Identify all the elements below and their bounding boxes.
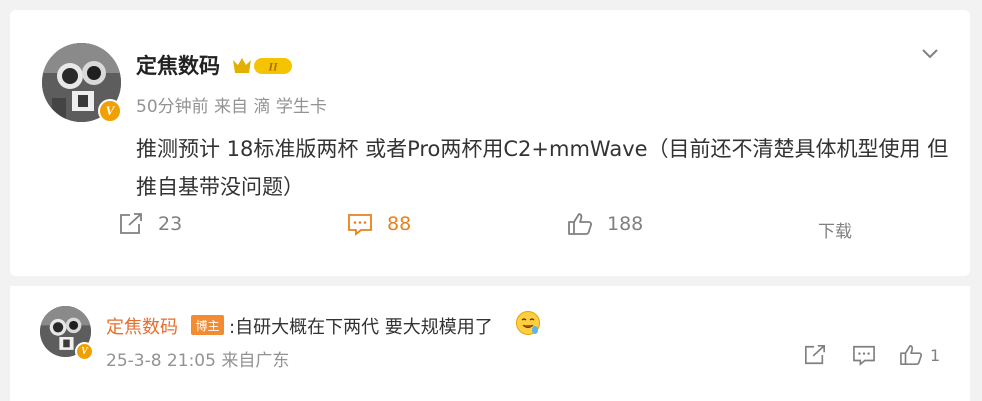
post-card: V 定焦数码 II 50分钟前 来自 滴 学生卡 推测预计 18标准版两杯 或者… (10, 10, 970, 276)
repost-button[interactable]: 23 (118, 212, 182, 236)
level-text: II (267, 60, 279, 74)
repost-icon (120, 213, 142, 234)
reply-author-name[interactable]: 定焦数码 (106, 313, 178, 339)
reply-item: V 定焦数码 博主 :自研大概在下两代 要大规模用了 25-3-8 21:05 … (10, 286, 970, 401)
chevron-down-icon[interactable] (918, 42, 942, 66)
download-link[interactable]: 下载 (818, 217, 852, 242)
reply-text: :自研大概在下两代 要大规模用了 (229, 317, 493, 338)
reply-thumbs-up-icon[interactable] (899, 344, 923, 366)
drooling-face-emoji-icon (516, 311, 540, 335)
like-count: 188 (607, 213, 644, 235)
post-text: 推测预计 18标准版两杯 或者Pro两杯用C2+mmWave（目前还不清楚具体机… (136, 137, 949, 199)
reply-meta: 25-3-8 21:05 来自广东 (106, 351, 290, 371)
post-meta: 50分钟前 来自 滴 学生卡 (136, 97, 327, 117)
comment-button[interactable]: 88 (347, 212, 411, 236)
reply-comment-icon[interactable] (852, 344, 876, 366)
verified-badge-icon: V (98, 99, 122, 123)
comment-count: 88 (387, 213, 412, 235)
reply-like-count: 1 (930, 346, 941, 365)
like-button[interactable]: 188 (567, 212, 643, 236)
repost-count: 23 (158, 213, 183, 235)
crown-level-icon: II (232, 54, 296, 78)
author-name[interactable]: 定焦数码 (136, 50, 220, 80)
thumbs-up-icon (568, 213, 593, 235)
reply-verified-badge-icon: V (75, 342, 94, 361)
reply-repost-icon[interactable] (803, 344, 827, 366)
comment-icon (348, 214, 372, 236)
author-tag-badge: 博主 (191, 315, 224, 335)
